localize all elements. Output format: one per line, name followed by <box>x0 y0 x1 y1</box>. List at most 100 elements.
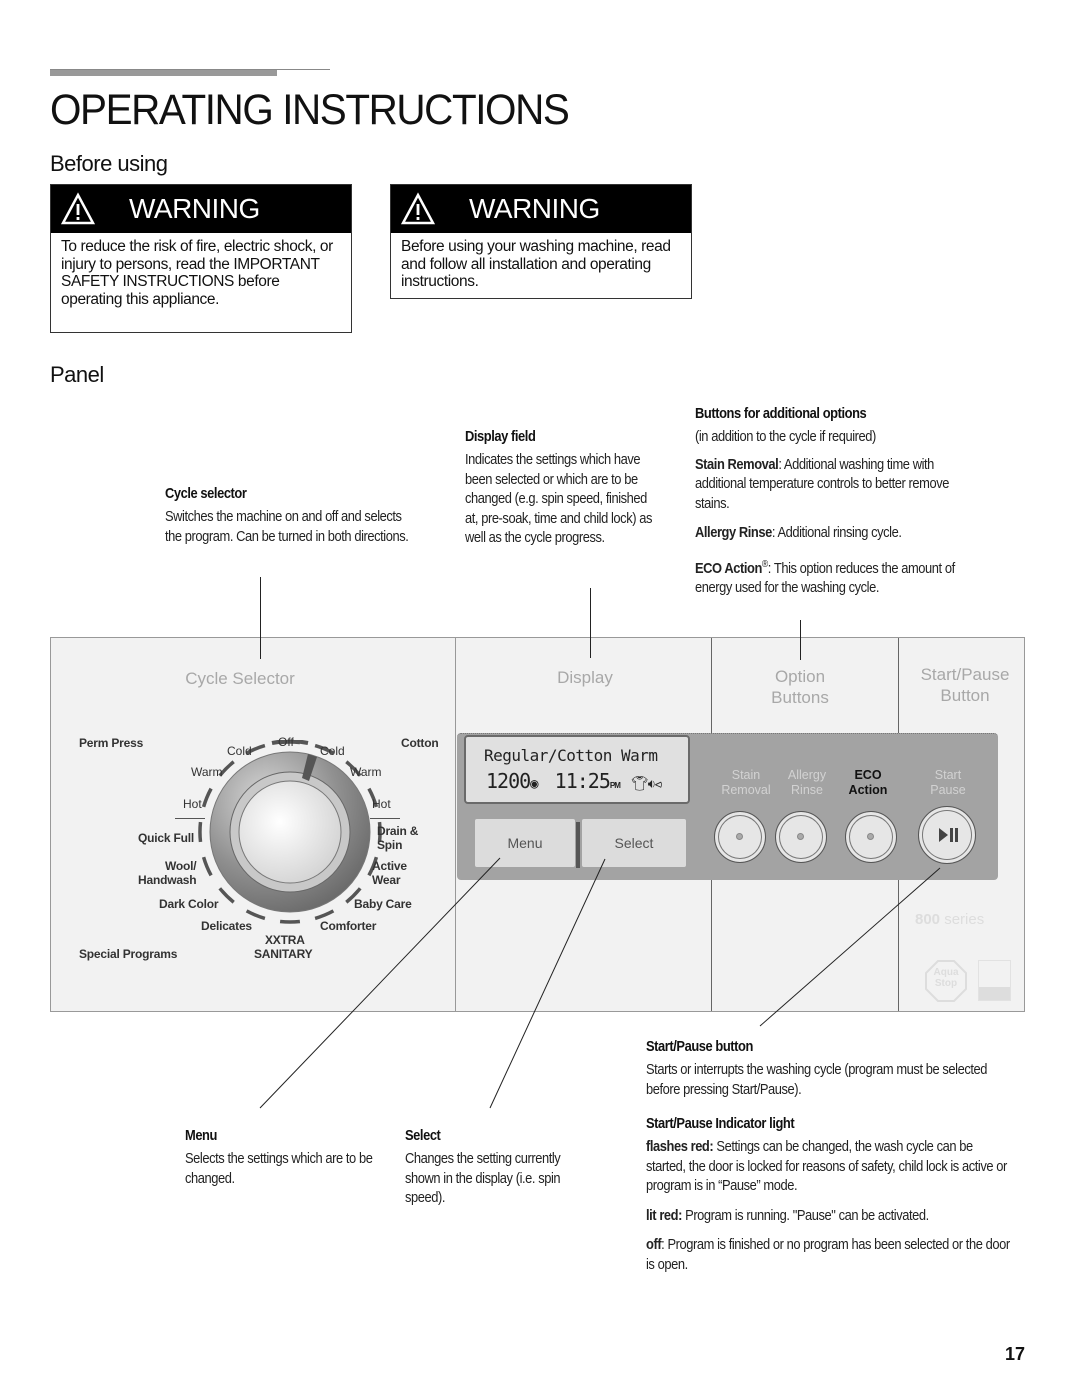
lcd-program-text: Regular/Cotton Warm <box>484 746 658 765</box>
spin-icon: ◉ <box>530 776 539 792</box>
lcd-display: Regular/Cotton Warm 1200◉ 11:25PM 👕︎🔉︎⪦ <box>464 735 690 804</box>
warning-label: WARNING <box>129 193 260 224</box>
temp-label: Warm <box>191 765 223 779</box>
program-label: Handwash <box>138 873 197 887</box>
eco-action-button[interactable] <box>845 811 897 863</box>
divider-line <box>370 818 400 819</box>
lcd-time: 11:25 <box>554 769 611 793</box>
option-item-stain-removal: Stain Removal: Additional washing time w… <box>695 455 962 514</box>
callout-menu: Menu Selects the settings which are to b… <box>185 1127 385 1188</box>
option-item-text: : Additional rinsing cycle. <box>771 524 902 541</box>
temp-label: Cold <box>227 744 252 758</box>
title-line: Option <box>774 667 826 686</box>
callout-display-field: Display field Indicates the settings whi… <box>465 428 665 548</box>
indicator-light <box>797 833 804 840</box>
warning-text: To reduce the risk of fire, electric sho… <box>61 238 333 308</box>
callout-title: Select <box>405 1127 441 1144</box>
warning-header: WARNING <box>391 185 691 233</box>
menu-button[interactable]: Menu <box>475 819 575 867</box>
callout-cycle-selector: Cycle selector Switches the machine on a… <box>165 485 445 546</box>
leader-line <box>800 620 801 660</box>
warning-label: WARNING <box>469 193 600 224</box>
callout-subtitle: (in addition to the cycle if required) <box>695 428 876 445</box>
state-text: Program is running. "Pause" can be activ… <box>681 1206 929 1224</box>
indicator-light <box>867 833 874 840</box>
stain-removal-button[interactable] <box>714 811 766 863</box>
shirt-icon: 👕︎ <box>630 776 649 792</box>
play-pause-icon <box>939 828 958 842</box>
state-text: : Program is finished or no program has … <box>646 1236 1010 1273</box>
program-label: Wool/ <box>165 859 197 873</box>
option-label-allergy-rinse: Allergy Rinse <box>777 768 837 798</box>
button-separator <box>576 822 580 868</box>
warning-triangle-icon <box>401 192 435 225</box>
callout-text: Switches the machine on and off and sele… <box>165 508 409 545</box>
warning-text: Before using your washing machine, read … <box>401 238 671 290</box>
logo-mark-icon <box>978 960 1011 1001</box>
callout-text: Indicates the settings which have been s… <box>465 451 652 546</box>
page-title: OPERATING INSTRUCTIONS <box>50 86 570 134</box>
program-label: SANITARY <box>254 947 313 961</box>
label-line: Aqua <box>933 967 959 978</box>
group-label-perm-press: Perm Press <box>79 736 144 750</box>
program-label: Spin <box>377 838 403 852</box>
panel-title-start-pause: Start/Pause Button <box>905 664 1025 706</box>
series-badge: 800 series <box>915 911 984 928</box>
label-line: Removal <box>721 783 771 797</box>
panel-title-display: Display <box>557 668 613 687</box>
header-rule-thick <box>50 70 277 76</box>
option-item-name: ECO Action <box>695 559 762 577</box>
callout-title: Menu <box>185 1127 217 1144</box>
label-line: Pause <box>930 783 966 797</box>
temp-label: Cold <box>320 744 345 758</box>
group-label-cotton: Cotton <box>401 736 439 750</box>
dial-tick <box>314 909 335 921</box>
dial-tick <box>245 909 266 921</box>
program-label: Comforter <box>320 919 377 933</box>
label-line: Allergy <box>787 768 827 782</box>
label-line: Rinse <box>791 783 823 797</box>
series-number: 800 <box>915 911 941 928</box>
state-name: flashes red: <box>646 1138 714 1155</box>
label-line: Start <box>934 768 962 782</box>
dial-tick <box>198 821 203 843</box>
panel-heading: Panel <box>50 362 104 387</box>
dial-tick <box>279 919 301 924</box>
warning-box-2: WARNING Before using your washing machin… <box>390 184 692 299</box>
select-button-label: Select <box>614 835 654 851</box>
warning-header: WARNING <box>51 185 351 233</box>
panel-title-option-buttons: Option Buttons <box>740 666 860 708</box>
callout-select: Select Changes the setting currently sho… <box>405 1127 605 1208</box>
callout-text: Selects the settings which are to be cha… <box>185 1150 373 1187</box>
callout-title: Display field <box>465 428 536 445</box>
callout-start-pause-indicator: Start/Pause Indicator light flashes red:… <box>646 1115 1016 1274</box>
label-line: Action <box>848 783 888 797</box>
label-line: Stain <box>731 768 761 782</box>
title-line: Buttons <box>771 688 829 707</box>
option-label-start-pause: Start Pause <box>918 768 978 798</box>
series-label: series <box>940 911 985 928</box>
leader-line <box>590 588 591 658</box>
callout-option-buttons: Buttons for additional options (in addit… <box>695 405 985 598</box>
speaker-icon: 🔉︎ <box>647 777 656 792</box>
select-button[interactable]: Select <box>582 819 686 867</box>
program-label: Active <box>372 859 407 873</box>
program-label: Delicates <box>201 919 252 933</box>
allergy-rinse-button[interactable] <box>775 811 827 863</box>
lcd-status-line: 1200◉ 11:25PM 👕︎🔉︎⪦ <box>486 769 662 793</box>
start-pause-button[interactable] <box>918 806 976 864</box>
callout-title: Cycle selector <box>165 485 247 502</box>
warning-triangle-icon <box>61 192 95 225</box>
callout-text: Changes the setting currently shown in t… <box>405 1150 561 1206</box>
program-label: Wear <box>372 873 401 887</box>
callout-title: Buttons for additional options <box>695 405 867 422</box>
temp-label: Warm <box>350 765 382 779</box>
state-name: off <box>646 1236 662 1253</box>
indicator-state-lit-red: lit red: Program is running. "Pause" can… <box>646 1206 1012 1226</box>
program-label: Drain & <box>377 824 419 838</box>
lcd-spin-speed: 1200 <box>486 769 531 793</box>
option-item-name: Stain Removal <box>695 455 779 473</box>
title-line: Button <box>940 686 990 705</box>
before-using-heading: Before using <box>50 151 168 176</box>
state-name: lit red: <box>646 1206 682 1224</box>
